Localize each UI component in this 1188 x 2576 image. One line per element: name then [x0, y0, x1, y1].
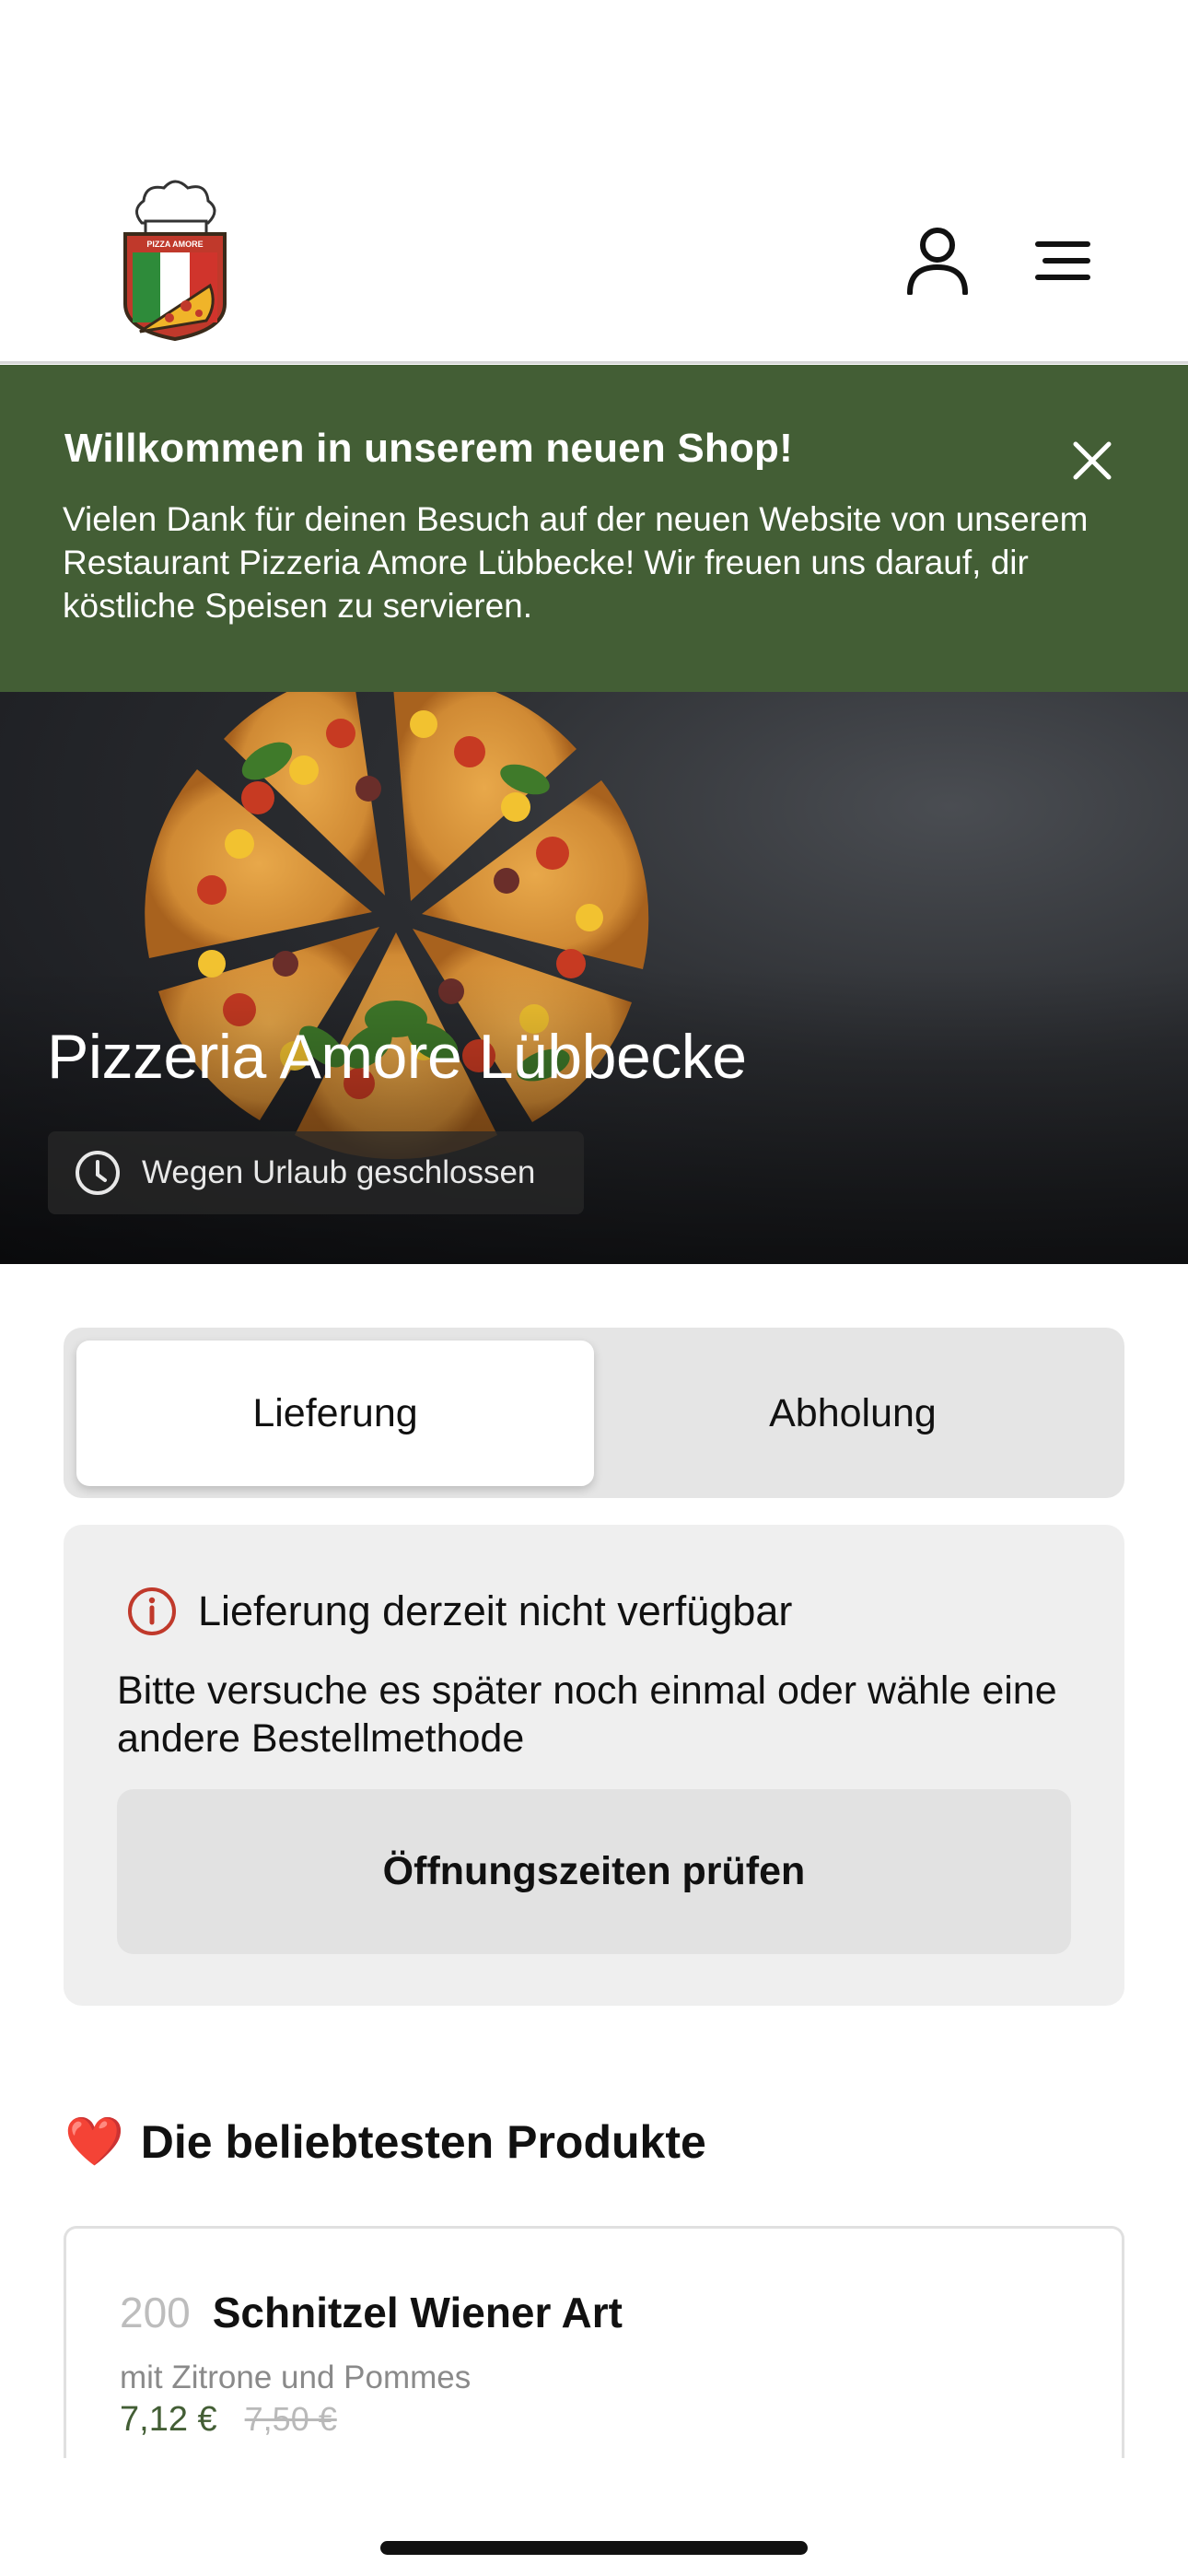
notice-text: Bitte versuche es später noch einmal ode… [117, 1669, 1057, 1761]
tab-pickup[interactable]: Abholung [594, 1341, 1112, 1486]
popular-products-title: Die beliebtesten Produkte [140, 2116, 706, 2168]
product-name: Schnitzel Wiener Art [212, 2289, 623, 2336]
home-indicator[interactable] [380, 2541, 808, 2555]
product-description: mit Zitrone und Pommes [120, 2359, 472, 2395]
hamburger-menu-icon [1035, 241, 1090, 280]
delivery-unavailable-notice: Lieferung derzeit nicht verfügbar Bitte … [64, 1525, 1124, 2006]
notice-title: Lieferung derzeit nicht verfügbar [198, 1587, 793, 1634]
product-title-row: 200 Schnitzel Wiener Art [120, 2288, 623, 2337]
popular-products-heading: ❤️ Die beliebtesten Produkte [64, 2115, 706, 2169]
notice-header: Lieferung derzeit nicht verfügbar [126, 1586, 792, 1637]
order-mode-toggle: Lieferung Abholung [64, 1328, 1124, 1498]
product-number: 200 [120, 2289, 191, 2336]
restaurant-logo[interactable]: PIZZA AMORE [122, 175, 228, 346]
heart-icon: ❤️ [64, 2115, 124, 2169]
status-text: Wegen Urlaub geschlossen [142, 1154, 536, 1190]
info-icon [128, 1587, 176, 1635]
banner-text: Vielen Dank für deinen Besuch auf der ne… [63, 500, 1089, 625]
restaurant-name: Pizzeria Amore Lübbecke [47, 1022, 747, 1092]
person-icon [907, 228, 968, 295]
banner-close-button[interactable] [1065, 433, 1120, 488]
close-icon [1073, 441, 1112, 480]
logo-text: PIZZA AMORE [146, 240, 204, 249]
check-opening-hours-button[interactable]: Öffnungszeiten prüfen [117, 1789, 1071, 1954]
product-price-row: 7,12 € 7,50 € [120, 2400, 337, 2440]
clock-icon [76, 1151, 120, 1195]
product-price: 7,12 € [120, 2400, 217, 2439]
menu-button[interactable] [1026, 224, 1100, 298]
status-badge: Wegen Urlaub geschlossen [48, 1131, 584, 1214]
product-old-price: 7,50 € [244, 2400, 337, 2438]
banner-title: Willkommen in unserem neuen Shop! [64, 426, 793, 471]
tab-delivery[interactable]: Lieferung [76, 1341, 594, 1486]
account-button[interactable] [901, 224, 974, 298]
bottom-safe-area [0, 2458, 1188, 2576]
site-header: PIZZA AMORE [0, 0, 1188, 364]
